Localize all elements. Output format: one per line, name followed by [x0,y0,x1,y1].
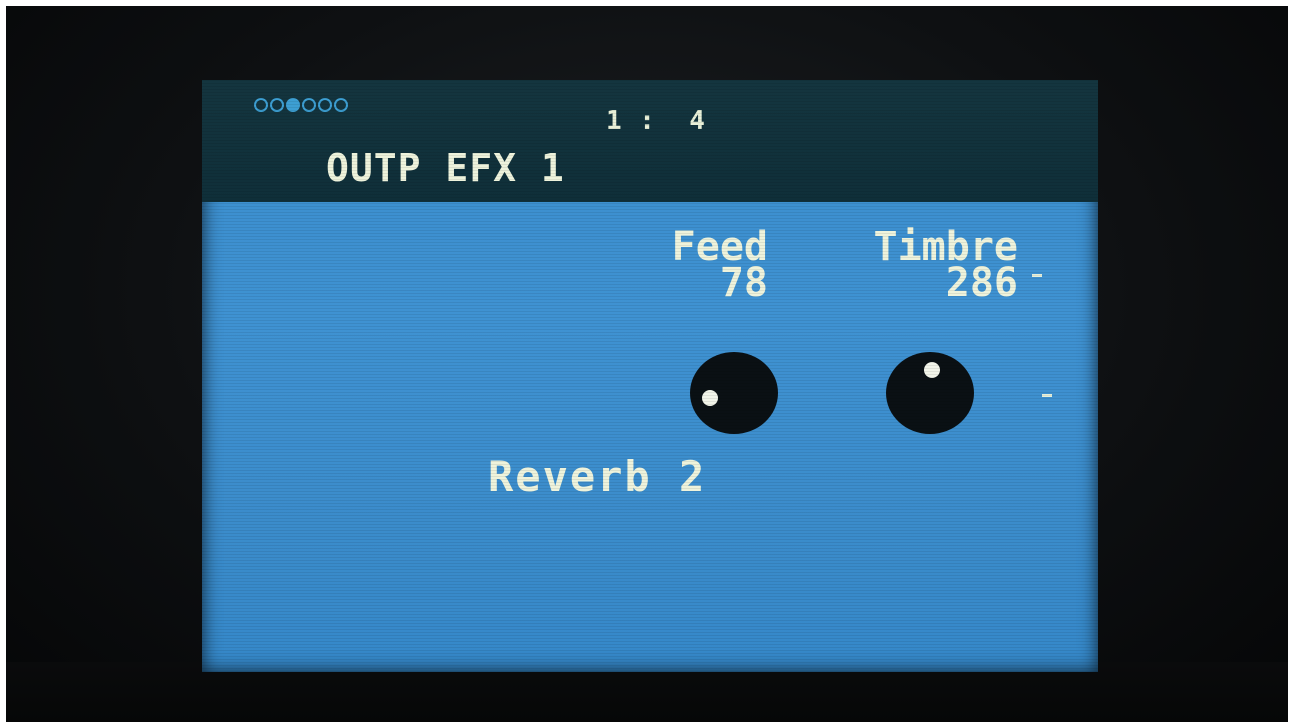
feed-knob[interactable] [690,352,778,434]
page-dot [270,98,284,112]
param-timbre[interactable]: Timbre 286 [798,227,1019,306]
page-dot [302,98,316,112]
page-title: OUTP EFX 1 [326,146,565,190]
page-dot [334,98,348,112]
row-marker-dash [1042,394,1052,397]
screen-header: 1 : 4 OUTP EFX 1 [202,80,1098,202]
param-timbre-value: 286 [945,260,1018,306]
position-readout: 1 : 4 [606,106,706,136]
device-bezel: 1 : 4 OUTP EFX 1 Feed 78 Timbre 286 Reve… [6,6,1288,722]
row-marker-dash [1032,274,1042,277]
param-feed[interactable]: Feed 78 [568,227,768,306]
timbre-knob-pointer [924,362,940,378]
feed-knob-pointer [702,390,718,406]
timbre-knob[interactable] [886,352,974,434]
page-dot [318,98,332,112]
page-dot [254,98,268,112]
page-dot-active [286,98,300,112]
lcd-screen: 1 : 4 OUTP EFX 1 Feed 78 Timbre 286 Reve… [202,80,1098,672]
page-indicator [254,98,348,112]
param-feed-value: 78 [719,260,768,306]
effect-name: Reverb 2 [488,452,707,501]
